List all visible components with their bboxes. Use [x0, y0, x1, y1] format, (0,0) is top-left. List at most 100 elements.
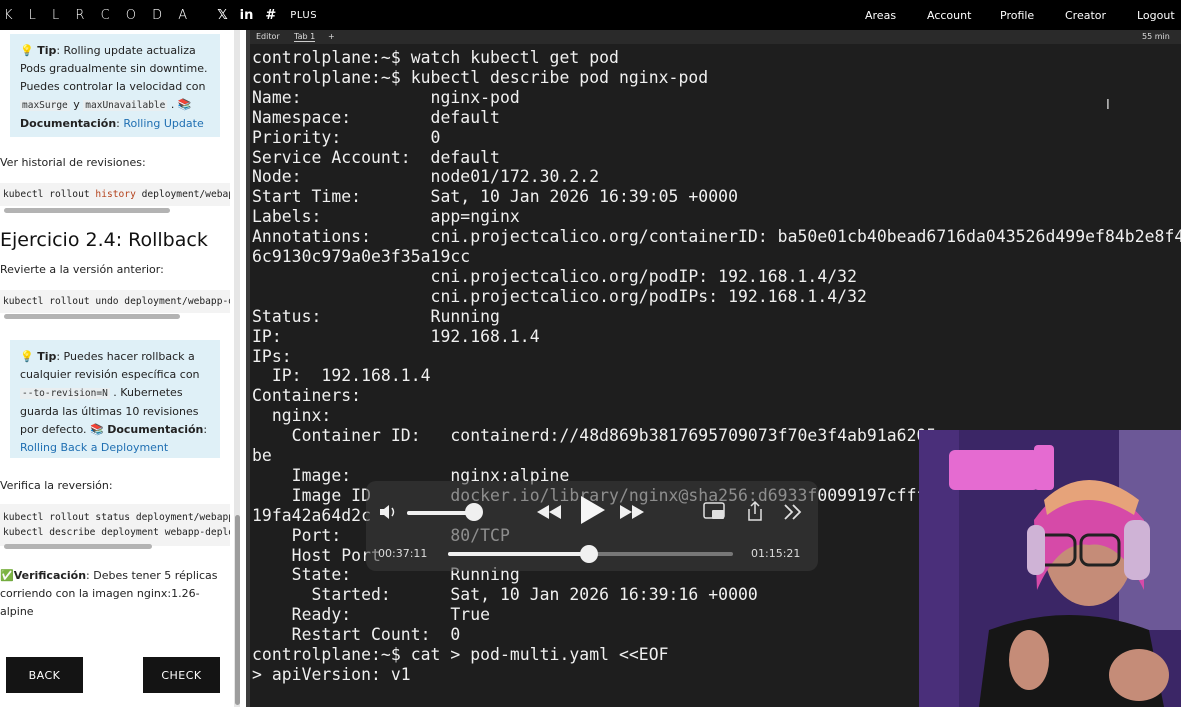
- nav-logout[interactable]: Logout: [1137, 9, 1175, 22]
- tab-editor[interactable]: Editor: [256, 32, 280, 41]
- progress-knob[interactable]: [579, 545, 598, 563]
- terminal-line: Start Time: Sat, 10 Jan 2026 16:39:05 +0…: [252, 187, 738, 207]
- text-cursor-icon: I: [1106, 98, 1110, 113]
- verify-code-block[interactable]: kubectl rollout status deployment/webapp…: [0, 504, 230, 546]
- webcam-overlay: [919, 430, 1181, 707]
- terminal-line: Namespace: default: [252, 107, 500, 127]
- back-button[interactable]: BACK: [6, 657, 83, 693]
- fast-forward-icon[interactable]: [618, 503, 646, 521]
- code-keyword: history: [95, 189, 136, 200]
- code-text: deployment/webapp: [135, 189, 230, 200]
- terminal-line: Restart Count: 0: [252, 625, 461, 645]
- terminal-line: cni.projectcalico.org/podIP: 192.168.1.4…: [252, 266, 857, 286]
- picture-in-picture-icon[interactable]: [703, 502, 727, 522]
- code-scrollbar[interactable]: [4, 208, 170, 213]
- terminal-line: Node: node01/172.30.2.2: [252, 167, 600, 187]
- terminal-line: Host Port: [252, 545, 381, 565]
- terminal-line: IP: 192.168.1.4: [252, 326, 540, 346]
- tip-title: Tip: [37, 350, 57, 363]
- terminal-line: Container ID: containerd://48d869b381769…: [252, 426, 937, 446]
- doc-sep: :: [116, 117, 120, 130]
- inline-code: maxSurge: [20, 100, 70, 111]
- terminal-line: Priority: 0: [252, 127, 441, 147]
- terminal-line: 19fa42a64d2c: [252, 505, 372, 525]
- terminal-line: Annotations: cni.projectcalico.org/conta…: [252, 227, 1181, 247]
- code-scrollbar[interactable]: [4, 314, 180, 319]
- books-icon: 📚: [177, 98, 192, 111]
- lightbulb-icon: 💡: [20, 350, 34, 363]
- play-icon[interactable]: [577, 494, 607, 526]
- total-time: 01:15:21: [751, 547, 801, 560]
- doc-link-rolling-back[interactable]: Rolling Back a Deployment: [20, 441, 168, 454]
- presenter-image: [919, 430, 1181, 707]
- panel-scroll-thumb[interactable]: [235, 515, 240, 705]
- add-tab-button[interactable]: +: [328, 32, 335, 41]
- inline-code: maxUnavailable: [83, 100, 168, 111]
- volume-knob[interactable]: [464, 503, 483, 521]
- code-line: kubectl describe deployment webapp-deplo: [3, 527, 230, 538]
- share-icon[interactable]: [745, 500, 765, 522]
- terminal-tabs: Editor Tab 1 + 55 min: [250, 30, 1181, 44]
- top-nav-bar: K L L R C O D A 𝕏 in # PLUS Areas Accoun…: [0, 0, 1181, 30]
- code-scrollbar[interactable]: [4, 544, 152, 549]
- terminal-line: be: [252, 446, 272, 465]
- slack-icon[interactable]: #: [265, 8, 276, 23]
- exercise-title: Ejercicio 2.4: Rollback: [0, 229, 208, 251]
- check-icon: ✅: [0, 569, 14, 582]
- lightbulb-icon: 💡: [20, 44, 34, 57]
- tab-1[interactable]: Tab 1: [294, 32, 316, 42]
- terminal-line: Status: Running: [252, 306, 500, 326]
- books-icon: 📚: [90, 423, 104, 436]
- terminal-line: controlplane:~$ cat > pod-multi.yaml <<E…: [252, 645, 669, 664]
- verification-note: ✅Verificación: Debes tener 5 réplicas co…: [0, 567, 225, 621]
- volume-icon[interactable]: [378, 503, 400, 521]
- terminal-line: 6c9130c979a0e3f35a19cc: [252, 247, 471, 266]
- rewind-icon[interactable]: [535, 503, 563, 521]
- terminal-line: controlplane:~$ kubectl describe pod ngi…: [252, 67, 709, 87]
- tip-title: Tip: [37, 44, 57, 57]
- nav-profile[interactable]: Profile: [1000, 9, 1034, 22]
- linkedin-icon[interactable]: in: [240, 8, 254, 23]
- elapsed-time: 00:37:11: [378, 547, 428, 560]
- code-text: kubectl rollout: [3, 189, 96, 200]
- nav-areas[interactable]: Areas: [865, 9, 896, 22]
- volume-level: [407, 511, 474, 515]
- nav-creator[interactable]: Creator: [1065, 9, 1106, 22]
- brand-logo[interactable]: K L L R C O D A: [4, 8, 193, 23]
- terminal-line: Ready: True: [252, 605, 491, 625]
- terminal-line: Started: Sat, 10 Jan 2026 16:39:16 +0000: [252, 585, 758, 605]
- nav-account[interactable]: Account: [927, 9, 971, 22]
- progress-fill: [448, 552, 589, 556]
- terminal-line: > apiVersion: v1: [252, 664, 411, 684]
- terminal-line: Labels: app=nginx: [252, 207, 520, 227]
- doc-label: Documentación: [107, 423, 204, 436]
- social-links: 𝕏 in #: [217, 8, 276, 23]
- terminal-line: controlplane:~$ watch kubectl get pod: [252, 48, 619, 67]
- undo-code-block[interactable]: kubectl rollout undo deployment/webapp-d: [0, 290, 230, 313]
- tip-text: y: [69, 98, 84, 111]
- terminal-line: Service Account: default: [252, 147, 500, 167]
- doc-sep: :: [203, 423, 208, 436]
- inline-code: --to-revision=N: [20, 388, 110, 399]
- terminal-line: Name: nginx-pod: [252, 87, 520, 107]
- session-timer: 55 min: [1142, 32, 1170, 41]
- tutorial-panel: 💡 Tip: Rolling update actualiza Pods gra…: [0, 30, 246, 707]
- doc-label: Documentación: [20, 117, 117, 130]
- verify-label: Verifica la reversión:: [0, 479, 113, 492]
- terminal-line: cni.projectcalico.org/podIPs: 192.168.1.…: [252, 286, 867, 306]
- code-line: kubectl rollout status deployment/webapp: [3, 512, 230, 523]
- more-chevron-icon[interactable]: [783, 503, 805, 521]
- doc-link-rolling-update[interactable]: Rolling Update: [123, 117, 203, 130]
- tip-rollback: 💡 Tip: Puedes hacer rollback a cualquier…: [10, 340, 220, 458]
- x-icon[interactable]: 𝕏: [217, 8, 227, 23]
- verification-title: Verificación: [13, 569, 87, 582]
- terminal-line: nginx:: [252, 406, 332, 426]
- history-label: Ver historial de revisiones:: [0, 156, 146, 169]
- history-code-block[interactable]: kubectl rollout history deployment/webap…: [0, 183, 230, 206]
- exercise-desc: Revierte a la versión anterior:: [0, 263, 164, 276]
- terminal-line: IPs:: [252, 346, 292, 366]
- terminal-line: IP: 192.168.1.4: [252, 366, 431, 386]
- check-button[interactable]: CHECK: [143, 657, 220, 693]
- terminal-line: Containers:: [252, 386, 362, 406]
- plus-link[interactable]: PLUS: [290, 10, 317, 21]
